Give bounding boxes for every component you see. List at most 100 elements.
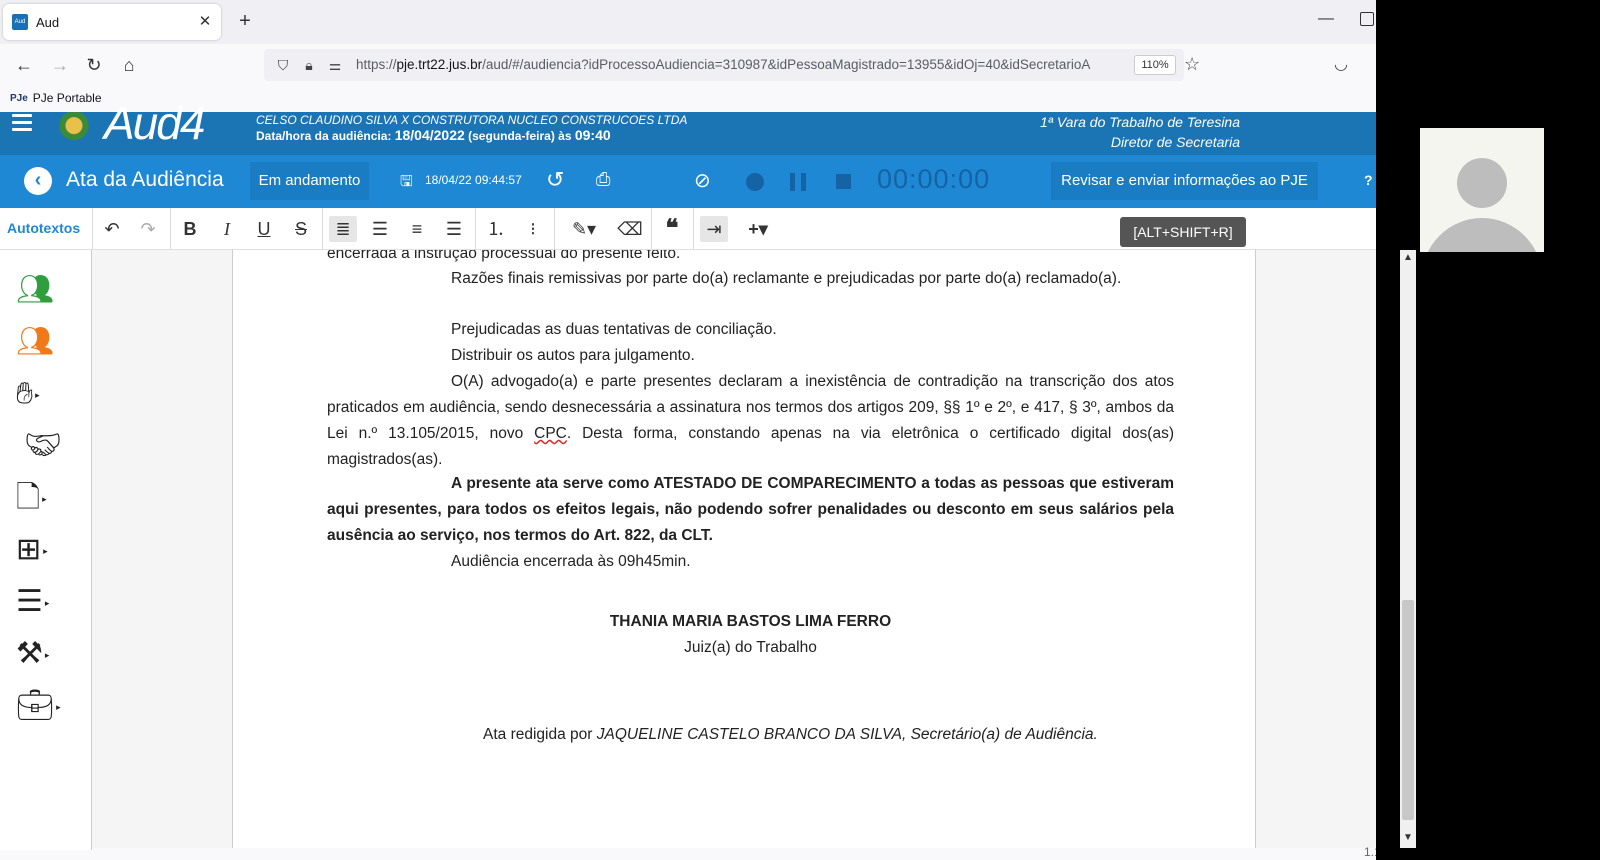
- print-icon[interactable]: ⎙: [596, 169, 610, 190]
- browser-window: Aud Aud ✕ + — ← → ↻ ⌂ ⛉ 🔒︎ ⚌ https://pje…: [0, 0, 1376, 860]
- autotextos-label[interactable]: Autotextos: [7, 220, 80, 236]
- participant-video-tile[interactable]: [1420, 128, 1544, 252]
- paragraph-attendance-certificate[interactable]: A presente ata serve como ATESTADO DE CO…: [327, 471, 1174, 549]
- paragraph-final-reasons[interactable]: Razões finais remissivas por parte do(a)…: [327, 266, 1174, 292]
- address-bar[interactable]: ⛉ 🔒︎ ⚌ https://pje.trt22.jus.br/aud/#/au…: [264, 49, 1184, 81]
- undo-icon[interactable]: ↶: [98, 216, 126, 242]
- toolbar-divider: [651, 208, 652, 250]
- shortcut-tooltip: [ALT+SHIFT+R]: [1120, 217, 1246, 247]
- camera-off-icon[interactable]: ⊘: [694, 168, 711, 193]
- green-group-icon[interactable]: 👥︎: [16, 270, 66, 310]
- redo-icon[interactable]: ↷: [134, 216, 162, 242]
- permissions-icon[interactable]: ⚌: [326, 56, 344, 74]
- court-info: 1ª Vara do Trabalho de Teresina Diretor …: [1000, 112, 1240, 152]
- toolbar-divider: [170, 208, 171, 250]
- tab-strip: Aud Aud ✕ + —: [0, 0, 1376, 44]
- pocket-icon[interactable]: ◡: [1334, 54, 1348, 74]
- toolbar-divider: [554, 208, 555, 250]
- medical-kit-icon[interactable]: ⊞ ▸: [16, 530, 66, 570]
- back-chevron-icon[interactable]: ‹: [24, 167, 52, 195]
- gavel-icon[interactable]: ⚒︎ ▸: [16, 634, 66, 674]
- stop-icon[interactable]: [836, 174, 851, 189]
- scroll-thumb[interactable]: [1402, 600, 1414, 820]
- toolbar-divider: [322, 208, 323, 250]
- document-page[interactable]: encerrada a instrução processual do pres…: [232, 250, 1256, 848]
- restore-window-icon[interactable]: [1360, 12, 1374, 26]
- paragraph-conciliation[interactable]: Prejudicadas as duas tentativas de conci…: [327, 317, 1174, 343]
- history-icon[interactable]: ↺: [546, 167, 564, 193]
- insert-plus-dropdown-icon[interactable]: +▾: [737, 216, 779, 242]
- numbered-list-icon[interactable]: ⒈: [482, 216, 510, 242]
- orange-group-icon[interactable]: 👥︎: [16, 322, 66, 362]
- document-scrollbar[interactable]: ▲ ▼: [1400, 250, 1416, 848]
- pje-bookmark-icon: PJe: [10, 92, 28, 104]
- bookmark-label: PJe Portable: [32, 91, 102, 105]
- url-text[interactable]: https://pje.trt22.jus.br/aud/#/audiencia…: [356, 57, 1108, 72]
- paragraph-distribute[interactable]: Distribuir os autos para julgamento.: [327, 343, 1174, 369]
- zoom-level-badge[interactable]: 110%: [1134, 55, 1176, 75]
- document-icon[interactable]: 🗋 ▸: [16, 478, 66, 518]
- briefcase-icon[interactable]: 💼︎ ▸: [16, 686, 66, 726]
- bold-icon[interactable]: B: [176, 216, 204, 242]
- tab-title: Aud: [36, 14, 60, 30]
- save-icon: 🖫: [400, 173, 413, 190]
- coat-of-arms-icon: [48, 112, 100, 146]
- underline-icon[interactable]: U: [250, 216, 278, 242]
- highlighter-dropdown-icon[interactable]: ✎▾: [562, 216, 606, 242]
- hand-icon[interactable]: ✋︎ ▸: [16, 374, 66, 414]
- paragraph-declaration[interactable]: O(A) advogado(a) e parte presentes decla…: [327, 369, 1174, 473]
- tab-aud[interactable]: Aud Aud ✕: [3, 4, 221, 40]
- align-justify-icon[interactable]: ≣: [329, 216, 357, 242]
- strikethrough-icon[interactable]: S: [287, 216, 315, 242]
- paragraph-hearing-closed[interactable]: Audiência encerrada às 09h45min.: [327, 549, 1174, 575]
- aud4-logo: Aud4: [104, 97, 205, 149]
- process-parties: CELSO CLAUDINO SILVA X CONSTRUTORA NUCLE…: [256, 113, 688, 127]
- main-toolbar: ‹ Ata da Audiência Em andamento 🖫 18/04/…: [0, 155, 1376, 208]
- judge-role[interactable]: Juiz(a) do Trabalho: [327, 635, 1174, 661]
- close-tab-icon[interactable]: ✕: [195, 12, 215, 32]
- toolbar-divider: [475, 208, 476, 250]
- autotext-sidebar: 👥︎ 👥︎ ✋︎ ▸ 🤝︎ 🗋 ▸ ⊞ ▸ ☰ ▸ ⚒︎ ▸ 💼︎ ▸: [0, 250, 92, 850]
- home-icon[interactable]: ⌂: [117, 53, 141, 77]
- help-icon[interactable]: ?: [1364, 172, 1373, 188]
- page-title: Ata da Audiência: [66, 168, 224, 191]
- back-arrow-icon[interactable]: ←: [12, 53, 36, 77]
- italic-icon[interactable]: I: [213, 216, 241, 242]
- reload-icon[interactable]: ↻: [82, 53, 106, 77]
- new-tab-plus-icon[interactable]: +: [234, 10, 256, 32]
- shield-icon[interactable]: ⛉: [274, 56, 292, 74]
- handshake-icon[interactable]: 🤝︎: [24, 426, 74, 466]
- avatar-body-icon: [1422, 218, 1542, 252]
- hearing-datetime: Data/hora da audiência: 18/04/2022 (segu…: [256, 127, 611, 143]
- app-version: 1.1.2: [1364, 845, 1376, 859]
- indent-icon[interactable]: ⇥: [700, 216, 728, 242]
- eraser-icon[interactable]: ⌫: [616, 216, 644, 242]
- forward-arrow-icon[interactable]: →: [48, 53, 72, 77]
- court-name: 1ª Vara do Trabalho de Teresina: [1039, 114, 1240, 130]
- bullet-list-icon[interactable]: ⁝: [519, 216, 547, 242]
- scroll-down-icon[interactable]: ▼: [1403, 832, 1413, 843]
- pause-icon[interactable]: [790, 173, 806, 191]
- aud-favicon-icon: Aud: [12, 14, 28, 30]
- bookmark-star-icon[interactable]: ☆: [1184, 54, 1200, 75]
- scroll-up-icon[interactable]: ▲: [1403, 252, 1413, 263]
- paragraph-instruction-closed[interactable]: encerrada a instrução processual do pres…: [327, 250, 1174, 267]
- align-left-icon[interactable]: ☰: [366, 216, 394, 242]
- align-center-icon[interactable]: ≡: [403, 216, 431, 242]
- lock-icon[interactable]: 🔒︎: [300, 56, 318, 74]
- hamburger-menu-icon[interactable]: [12, 114, 32, 131]
- align-right-icon[interactable]: ☰: [440, 216, 468, 242]
- recording-timer: 00:00:00: [877, 164, 991, 194]
- navigation-bar: ← → ↻ ⌂ ⛉ 🔒︎ ⚌ https://pje.trt22.jus.br/…: [0, 44, 1376, 86]
- drafted-by-line[interactable]: Ata redigida por JAQUELINE CASTELO BRANC…: [483, 722, 1183, 748]
- review-send-pje-button[interactable]: Revisar e enviar informações ao PJE: [1051, 162, 1318, 200]
- record-icon[interactable]: [746, 173, 764, 191]
- avatar-head-icon: [1457, 158, 1507, 208]
- judge-name[interactable]: THANIA MARIA BASTOS LIMA FERRO: [327, 609, 1174, 635]
- comment-list-icon[interactable]: ☰ ▸: [16, 582, 66, 622]
- user-role: Diretor de Secretaria: [1110, 134, 1240, 150]
- minimize-icon[interactable]: —: [1316, 10, 1336, 30]
- bookmark-pje-portable[interactable]: PJe PJe Portable: [10, 91, 102, 105]
- video-panel: ▲ ▼: [1376, 0, 1600, 860]
- blockquote-icon[interactable]: ❝: [658, 216, 686, 242]
